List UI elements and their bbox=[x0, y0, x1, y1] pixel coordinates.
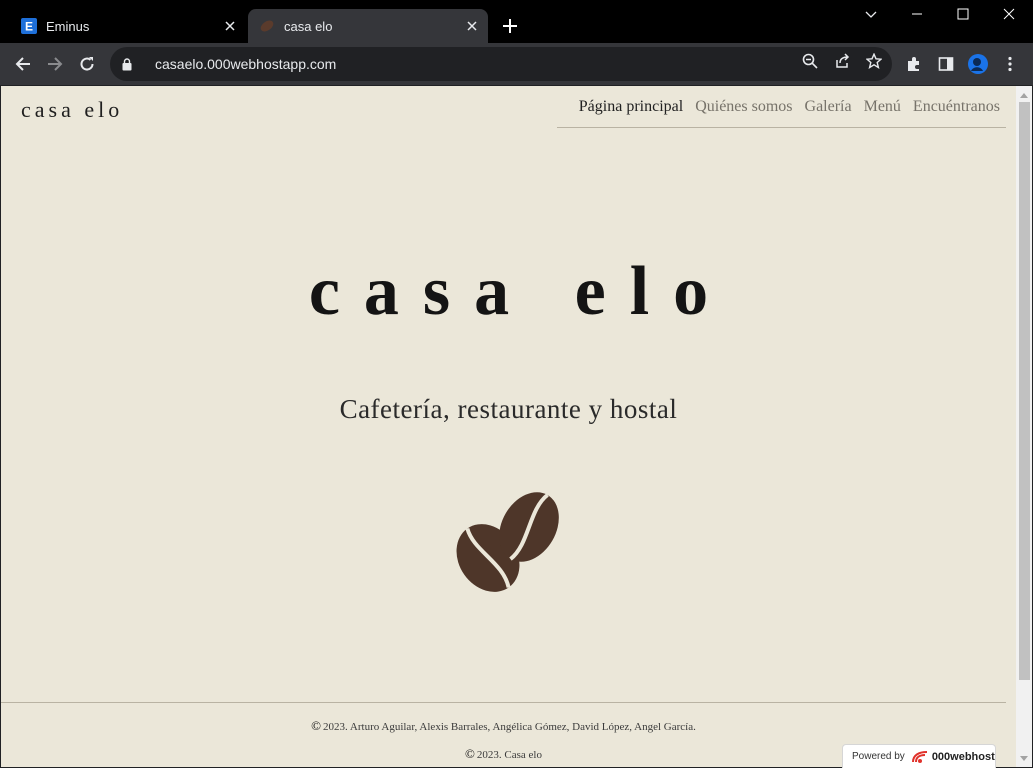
copyright-icon: © bbox=[465, 746, 475, 761]
scroll-down-arrow-icon[interactable] bbox=[1020, 754, 1028, 762]
tab-eminus[interactable]: E Eminus bbox=[10, 9, 246, 43]
copyright-icon: © bbox=[311, 718, 322, 733]
nav-item-menu[interactable]: Menú bbox=[864, 98, 901, 116]
share-icon[interactable] bbox=[833, 52, 851, 70]
browser-toolbar: casaelo.000webhostapp.com bbox=[0, 43, 1033, 85]
main-nav: Página principal Quiénes somos Galería M… bbox=[557, 86, 1006, 128]
side-panel-icon[interactable] bbox=[936, 54, 956, 74]
bookmark-star-icon[interactable] bbox=[865, 52, 883, 70]
hero-subtitle: Cafetería, restaurante y hostal bbox=[339, 394, 678, 424]
coffee-bean-favicon-icon bbox=[259, 18, 275, 34]
nav-item-galeria[interactable]: Galería bbox=[805, 98, 852, 116]
new-tab-icon[interactable] bbox=[500, 16, 520, 36]
close-window-icon[interactable] bbox=[999, 4, 1019, 24]
tab-strip: E Eminus casa elo bbox=[0, 0, 1033, 43]
address-bar[interactable]: casaelo.000webhostapp.com bbox=[110, 47, 892, 81]
nav-item-quienes-somos[interactable]: Quiénes somos bbox=[695, 98, 792, 116]
profile-avatar-icon[interactable] bbox=[968, 54, 988, 74]
eminus-favicon-icon: E bbox=[21, 18, 37, 34]
maximize-icon[interactable] bbox=[953, 4, 973, 24]
footer-divider bbox=[1, 702, 1006, 703]
lock-icon[interactable] bbox=[122, 57, 134, 71]
close-tab-icon[interactable] bbox=[462, 16, 482, 36]
zoom-icon[interactable] bbox=[801, 52, 819, 70]
vertical-scrollbar[interactable] bbox=[1016, 86, 1032, 767]
svg-text:E: E bbox=[25, 20, 33, 34]
tab-title: casa elo bbox=[284, 18, 333, 34]
hero-title: casa elo bbox=[308, 253, 733, 330]
scroll-up-arrow-icon[interactable] bbox=[1020, 91, 1028, 99]
site-brand-logo[interactable]: casa elo bbox=[21, 97, 123, 123]
powered-by-brand: 000webhost bbox=[931, 750, 995, 763]
footer-credits: © 2023. Arturo Aguilar, Alexis Barrales, … bbox=[1, 718, 1006, 734]
tab-title: Eminus bbox=[46, 18, 90, 34]
copyright-text: 2023. Casa elo bbox=[476, 749, 542, 761]
nav-item-pagina-principal[interactable]: Página principal bbox=[579, 98, 683, 116]
menu-kebab-icon[interactable] bbox=[1000, 54, 1020, 74]
tab-casa-elo[interactable]: casa elo bbox=[248, 9, 488, 43]
url-text[interactable]: casaelo.000webhostapp.com bbox=[155, 56, 336, 72]
coffee-beans-icon bbox=[456, 492, 559, 592]
forward-icon[interactable] bbox=[43, 52, 67, 76]
powered-by-label: Powered by bbox=[852, 751, 905, 762]
minimize-icon[interactable] bbox=[907, 4, 927, 24]
extensions-icon[interactable] bbox=[904, 54, 924, 74]
scrollbar-thumb[interactable] bbox=[1019, 102, 1030, 680]
000webhost-logo-icon bbox=[911, 750, 927, 763]
nav-item-encuentranos[interactable]: Encuéntranos bbox=[913, 98, 1000, 116]
reload-icon[interactable] bbox=[75, 52, 99, 76]
tab-search-chevron-icon[interactable] bbox=[861, 5, 881, 25]
close-tab-icon[interactable] bbox=[220, 16, 240, 36]
credits-text: 2023. Arturo Aguilar, Alexis Barrales, A… bbox=[323, 721, 696, 733]
back-icon[interactable] bbox=[11, 52, 35, 76]
powered-by-badge[interactable]: Powered by 000webhost bbox=[842, 744, 996, 768]
page-viewport: casa elo Página principal Quiénes somos … bbox=[1, 86, 1016, 767]
